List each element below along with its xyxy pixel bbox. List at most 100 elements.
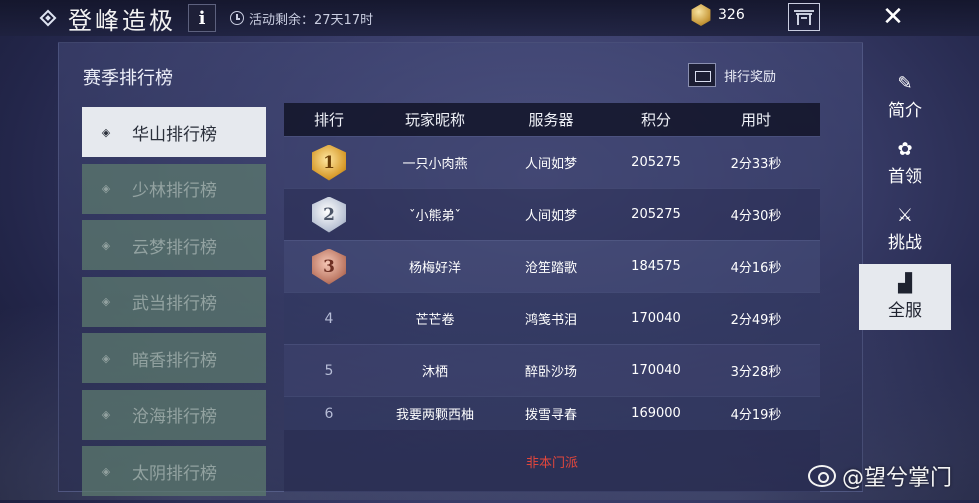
- time-used: 2分49秒: [730, 313, 782, 328]
- bullet-icon: ◈: [101, 182, 111, 195]
- clock-icon: [230, 11, 244, 25]
- tab-label: 挑战: [888, 232, 922, 253]
- rank-cell: 3: [284, 248, 374, 285]
- board-item-label: 太阴排行榜: [132, 463, 217, 484]
- header-score: 积分: [640, 111, 671, 129]
- board-item-shaolin[interactable]: ◈ 少林排行榜: [82, 163, 266, 214]
- board-item-canghai[interactable]: ◈ 沧海排行榜: [82, 389, 266, 440]
- player-name: 芒芒卷: [415, 313, 455, 328]
- server-name: 拨雪寻春: [524, 408, 577, 423]
- diamond-icon: [39, 9, 57, 27]
- silver-medal-icon: 2: [312, 196, 346, 233]
- score: 169000: [631, 406, 681, 421]
- ranking-reward-button[interactable]: 排行奖励: [688, 63, 776, 87]
- time-used: 4分16秒: [730, 261, 782, 276]
- timer-text: 活动剩余：27天17时: [249, 12, 374, 28]
- time-used: 4分30秒: [730, 209, 782, 224]
- rank-number: 4: [324, 310, 334, 327]
- tab-label: 全服: [888, 300, 922, 321]
- coin-icon: [691, 4, 711, 26]
- score: 205275: [631, 207, 681, 222]
- tab-all-servers[interactable]: ▟ 全服: [859, 264, 951, 330]
- table-row[interactable]: 6 我要两颗西柚 拨雪寻春 169000 4分19秒: [284, 396, 820, 430]
- not-own-sect-notice: 非本门派: [284, 430, 820, 492]
- server-name: 沧笙踏歌: [524, 261, 577, 276]
- event-timer: 活动剩余：27天17时: [230, 9, 373, 28]
- board-item-label: 少林排行榜: [132, 181, 217, 201]
- top-bar: 登峰造极 i 活动剩余：27天17时 326 ✕: [0, 0, 979, 36]
- boss-icon: ✿: [897, 138, 913, 160]
- server-name: 醉卧沙场: [524, 365, 577, 380]
- currency-display: 326: [690, 4, 745, 26]
- board-item-anxiang[interactable]: ◈ 暗香排行榜: [82, 333, 266, 383]
- table-row[interactable]: 1 一只小肉燕 人间如梦 205275 2分33秒: [284, 136, 820, 188]
- player-name: 杨梅好洋: [408, 261, 461, 276]
- player-name: ˇ小熊弟ˇ: [408, 209, 461, 224]
- rank-number: 6: [324, 405, 334, 422]
- board-item-label: 云梦排行榜: [132, 237, 217, 258]
- ranking-reward-label: 排行奖励: [724, 69, 777, 85]
- panel-title: 赛季排行榜: [83, 68, 173, 89]
- rank-cell: 1: [284, 144, 374, 181]
- tab-boss[interactable]: ✿ 首领: [859, 130, 951, 196]
- table-header: 排行 玩家昵称 服务器 积分 用时: [284, 103, 820, 136]
- info-button[interactable]: i: [188, 4, 216, 32]
- ranking-table: 排行 玩家昵称 服务器 积分 用时 1 一只小肉燕 人间如梦 205275 2分…: [284, 103, 820, 430]
- player-name: 一只小肉燕: [402, 157, 468, 172]
- gate-button[interactable]: [788, 3, 820, 31]
- header-time: 用时: [740, 111, 771, 129]
- table-row[interactable]: 5 沐栖 醉卧沙场 170040 3分28秒: [284, 344, 820, 396]
- currency-amount: 326: [718, 7, 745, 23]
- board-item-wudang[interactable]: ◈ 武当排行榜: [82, 276, 266, 327]
- board-list: ◈ 华山排行榜 ◈ 少林排行榜 ◈ 云梦排行榜 ◈ 武当排行榜 ◈ 暗香排行榜 …: [82, 107, 266, 503]
- time-used: 2分33秒: [730, 157, 782, 172]
- bullet-icon: ◈: [101, 295, 111, 308]
- board-item-taiyin[interactable]: ◈ 太阴排行榜: [82, 446, 266, 496]
- board-item-label: 沧海排行榜: [132, 407, 217, 427]
- tab-label: 首领: [888, 166, 922, 187]
- score: 170040: [631, 311, 681, 326]
- bullet-icon: ◈: [101, 408, 111, 421]
- close-button[interactable]: ✕: [880, 4, 906, 30]
- board-item-label: 华山排行榜: [132, 124, 217, 145]
- player-name: 沐栖: [421, 365, 448, 380]
- server-name: 人间如梦: [524, 157, 577, 172]
- gate-icon: [794, 10, 814, 25]
- board-item-label: 武当排行榜: [132, 294, 217, 314]
- board-item-yunmeng[interactable]: ◈ 云梦排行榜: [82, 220, 266, 270]
- weibo-watermark: @望兮掌门: [808, 460, 952, 492]
- table-row[interactable]: 4 芒芒卷 鸿笺书泪 170040 2分49秒: [284, 292, 820, 344]
- tab-intro[interactable]: ✎ 简介: [859, 64, 951, 130]
- score: 170040: [631, 363, 681, 378]
- bullet-icon: ◈: [101, 351, 111, 365]
- chest-icon: [688, 63, 716, 87]
- score: 205275: [631, 155, 681, 170]
- time-used: 4分19秒: [730, 408, 782, 423]
- tab-label: 简介: [888, 100, 922, 121]
- page-title: 登峰造极: [68, 6, 176, 35]
- bullet-icon: ◈: [101, 238, 111, 252]
- weibo-icon: [808, 465, 836, 487]
- table-row[interactable]: 3 杨梅好洋 沧笙踏歌 184575 4分16秒: [284, 240, 820, 292]
- player-name: 我要两颗西柚: [395, 408, 474, 423]
- time-used: 3分28秒: [730, 365, 782, 380]
- bullet-icon: ◈: [101, 125, 111, 139]
- gold-medal-icon: 1: [312, 144, 346, 181]
- board-item-huashan[interactable]: ◈ 华山排行榜: [82, 107, 266, 157]
- scroll-icon: ✎: [897, 72, 913, 94]
- score: 184575: [631, 259, 681, 274]
- tab-challenge[interactable]: ⚔ 挑战: [859, 196, 951, 262]
- bullet-icon: ◈: [101, 464, 111, 478]
- server-name: 鸿笺书泪: [524, 313, 577, 328]
- table-row[interactable]: 2 ˇ小熊弟ˇ 人间如梦 205275 4分30秒: [284, 188, 820, 240]
- bar-chart-icon: ▟: [898, 272, 912, 294]
- board-item-label: 暗香排行榜: [132, 350, 217, 371]
- watermark-text: @望兮掌门: [842, 466, 953, 491]
- rank-cell: 2: [284, 196, 374, 233]
- server-name: 人间如梦: [524, 209, 577, 224]
- header-rank: 排行: [313, 111, 344, 129]
- rank-number: 5: [324, 362, 334, 379]
- side-tabs: ✎ 简介 ✿ 首领 ⚔ 挑战 ▟ 全服: [859, 64, 951, 330]
- bronze-medal-icon: 3: [312, 248, 346, 285]
- header-player-name: 玩家昵称: [404, 111, 465, 129]
